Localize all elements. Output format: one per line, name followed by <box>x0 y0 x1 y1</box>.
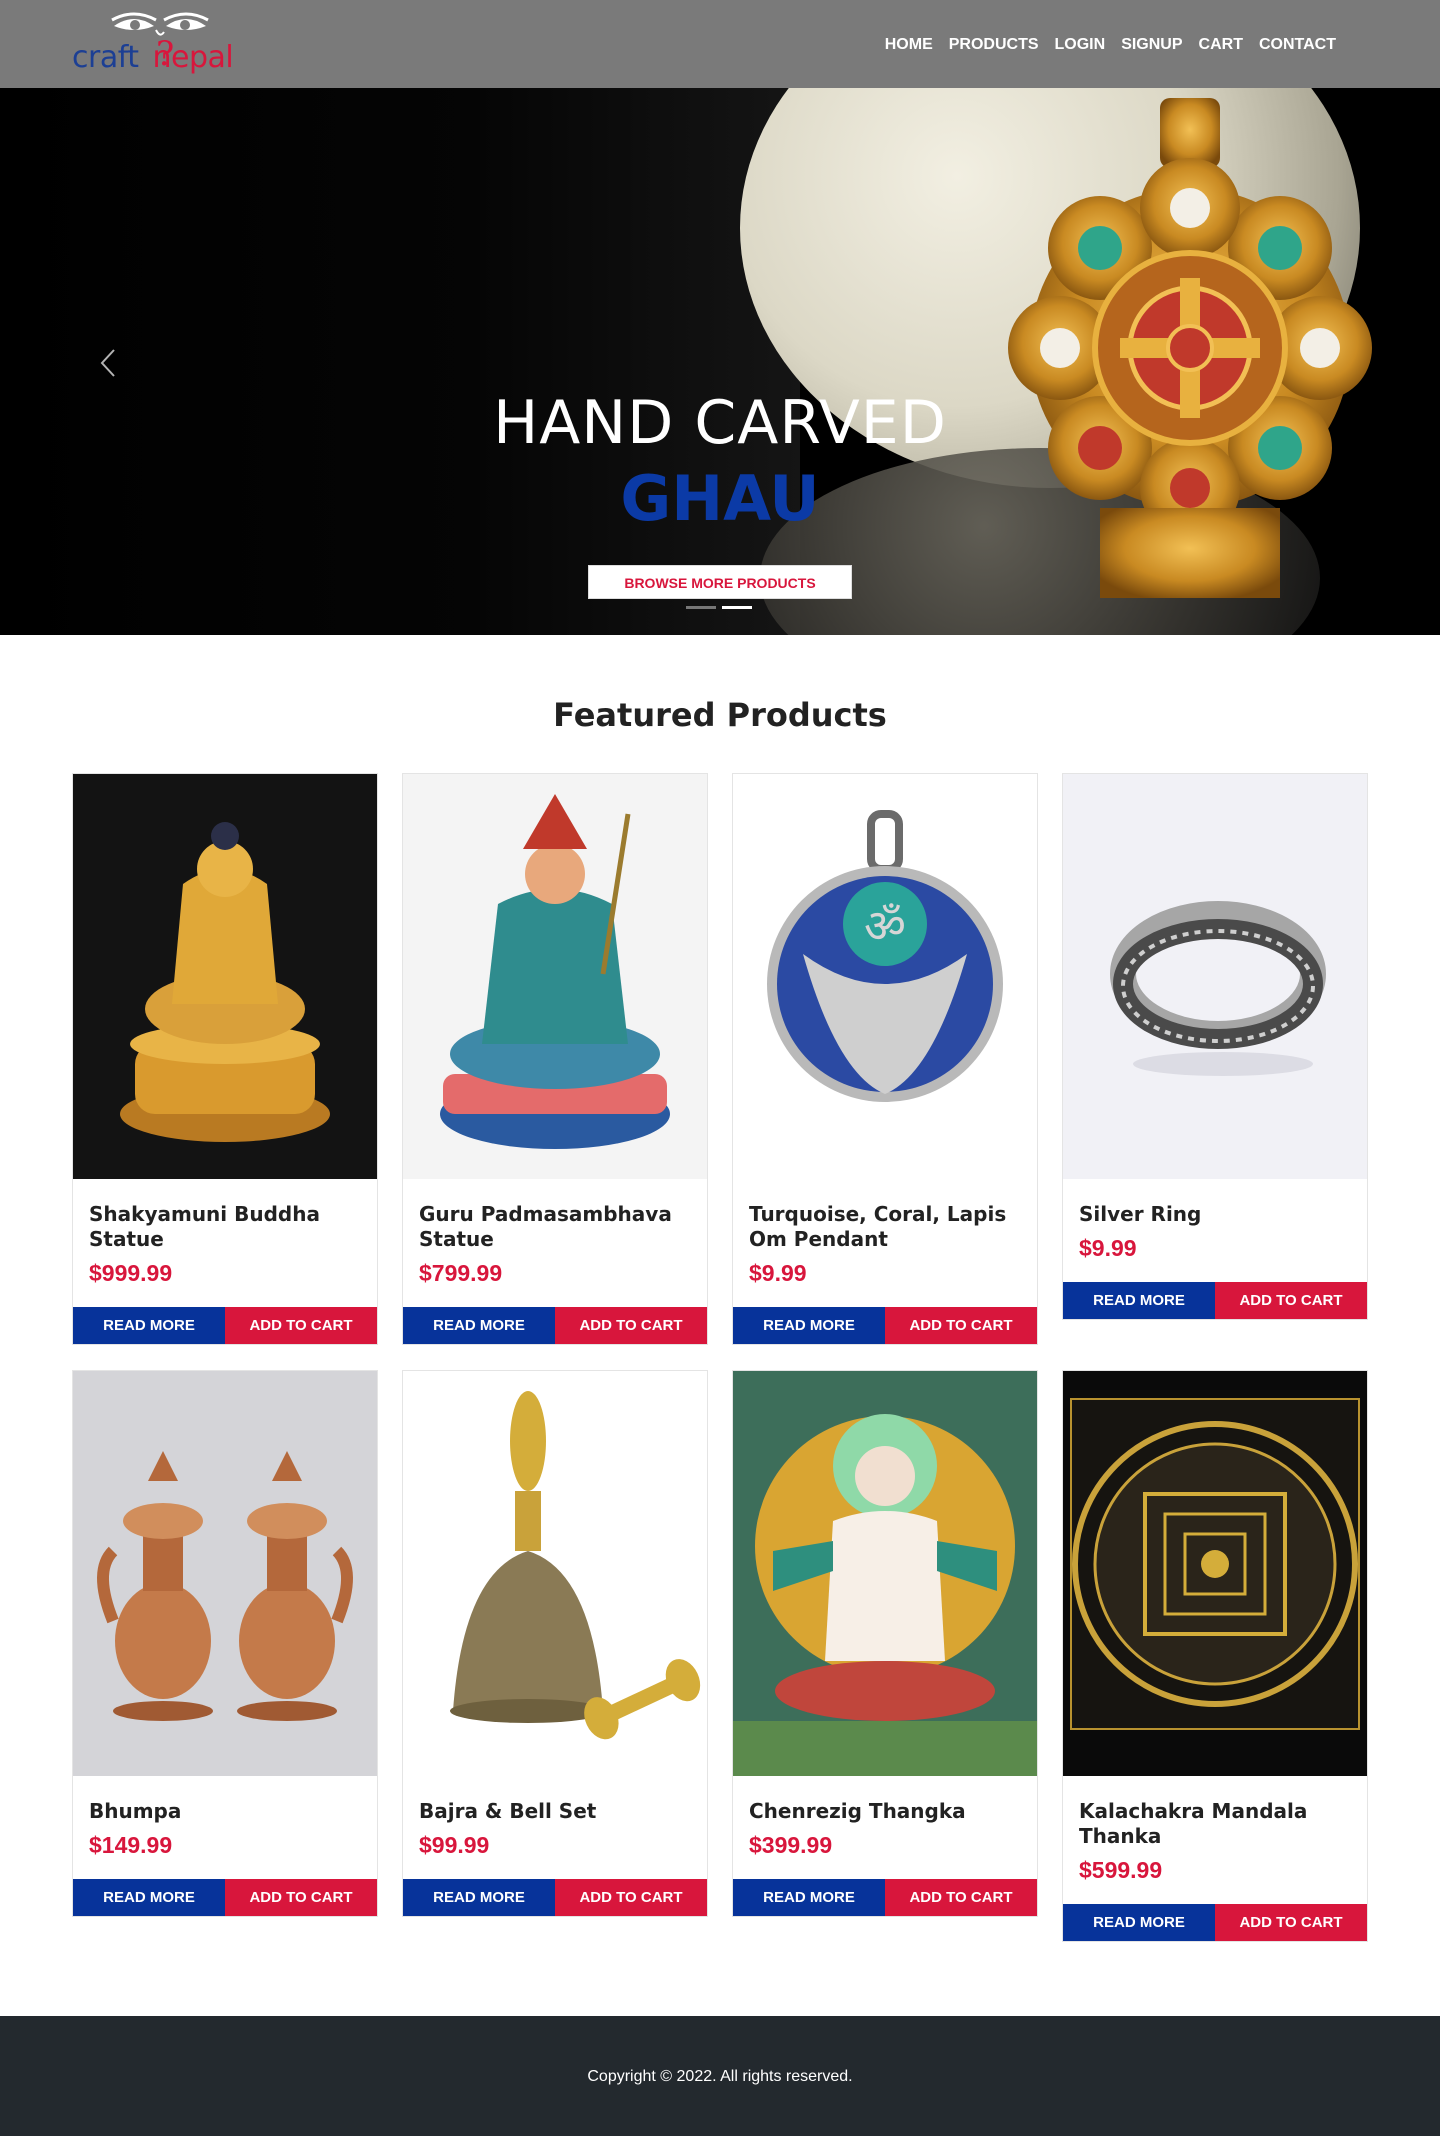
product-card: ॐ Turquoise, Coral, Lapis Om Pendant $9.… <box>732 773 1038 1345</box>
product-card: Bhumpa $149.99 READ MORE ADD TO CART <box>72 1370 378 1917</box>
logo-text: craft nepal <box>72 40 234 75</box>
nav-menu: HOME PRODUCTS LOGIN SIGNUP CART CONTACT <box>869 36 1336 54</box>
carousel-indicator-1[interactable] <box>686 606 716 609</box>
product-image-bhumpa[interactable] <box>73 1371 377 1776</box>
add-to-cart-button[interactable]: ADD TO CART <box>225 1879 377 1916</box>
product-price: $599.99 <box>1079 1857 1163 1883</box>
hero-carousel: HAND CARVED GHAU BROWSE MORE PRODUCTS <box>0 88 1440 635</box>
product-card: Kalachakra Mandala Thanka $599.99 READ M… <box>1062 1370 1368 1942</box>
product-price: $99.99 <box>419 1832 490 1858</box>
product-card: Guru Padmasambhava Statue $799.99 READ M… <box>402 773 708 1345</box>
product-image-chenrezig-thangka[interactable] <box>733 1371 1037 1776</box>
navbar: craft nepal ? HOME PRODUCTS LOGIN SIGNUP … <box>0 0 1440 88</box>
add-to-cart-button[interactable]: ADD TO CART <box>1215 1904 1367 1941</box>
product-price: $399.99 <box>749 1832 833 1858</box>
craft-nepal-logo[interactable]: craft nepal ? <box>72 10 248 80</box>
add-to-cart-button[interactable]: ADD TO CART <box>555 1879 707 1916</box>
product-name[interactable]: Chenrezig Thangka <box>749 1799 1021 1824</box>
browse-products-button[interactable]: BROWSE MORE PRODUCTS <box>588 565 852 599</box>
add-to-cart-button[interactable]: ADD TO CART <box>885 1879 1037 1916</box>
product-card: Silver Ring $9.99 READ MORE ADD TO CART <box>1062 773 1368 1320</box>
copyright-text: Copyright © 2022. All rights reserved. <box>587 2068 853 2085</box>
add-to-cart-button[interactable]: ADD TO CART <box>225 1307 377 1344</box>
logo-hook-glyph: ? <box>156 34 175 74</box>
read-more-button[interactable]: READ MORE <box>733 1307 885 1344</box>
nav-login[interactable]: LOGIN <box>1055 36 1106 54</box>
add-to-cart-button[interactable]: ADD TO CART <box>885 1307 1037 1344</box>
product-card: Chenrezig Thangka $399.99 READ MORE ADD … <box>732 1370 1038 1917</box>
product-price: $9.99 <box>749 1260 807 1286</box>
product-image-kalachakra-mandala[interactable] <box>1063 1371 1367 1776</box>
product-image-buddha[interactable] <box>73 774 377 1179</box>
product-name[interactable]: Bhumpa <box>89 1799 361 1824</box>
carousel-prev-icon[interactable] <box>98 346 118 380</box>
read-more-button[interactable]: READ MORE <box>1063 1282 1215 1319</box>
nav-signup[interactable]: SIGNUP <box>1121 36 1182 54</box>
read-more-button[interactable]: READ MORE <box>73 1307 225 1344</box>
product-name[interactable]: Turquoise, Coral, Lapis Om Pendant <box>749 1202 1021 1252</box>
product-card: Bajra & Bell Set $99.99 READ MORE ADD TO… <box>402 1370 708 1917</box>
ghau-pendant-image <box>1008 98 1372 598</box>
carousel-indicator-2[interactable] <box>722 606 752 609</box>
featured-products-heading: Featured Products <box>553 696 887 734</box>
product-price: $999.99 <box>89 1260 173 1286</box>
hero-subtitle: GHAU <box>620 462 820 535</box>
product-image-padmasambhava[interactable] <box>403 774 707 1179</box>
product-image-om-pendant[interactable]: ॐ <box>733 774 1037 1179</box>
product-name[interactable]: Kalachakra Mandala Thanka <box>1079 1799 1351 1849</box>
product-name[interactable]: Guru Padmasambhava Statue <box>419 1202 691 1252</box>
product-name[interactable]: Bajra & Bell Set <box>419 1799 691 1824</box>
product-price: $9.99 <box>1079 1235 1137 1261</box>
product-price: $149.99 <box>89 1832 173 1858</box>
read-more-button[interactable]: READ MORE <box>73 1879 225 1916</box>
nav-cart[interactable]: CART <box>1199 36 1243 54</box>
add-to-cart-button[interactable]: ADD TO CART <box>1215 1282 1367 1319</box>
read-more-button[interactable]: READ MORE <box>403 1879 555 1916</box>
product-image-bajra-bell[interactable] <box>403 1371 707 1776</box>
product-name[interactable]: Silver Ring <box>1079 1202 1351 1227</box>
nav-contact[interactable]: CONTACT <box>1259 36 1336 54</box>
hero-title: HAND CARVED <box>493 388 947 458</box>
nav-products[interactable]: PRODUCTS <box>949 36 1039 54</box>
product-card: Shakyamuni Buddha Statue $999.99 READ MO… <box>72 773 378 1345</box>
nav-home[interactable]: HOME <box>885 36 933 54</box>
read-more-button[interactable]: READ MORE <box>1063 1904 1215 1941</box>
add-to-cart-button[interactable]: ADD TO CART <box>555 1307 707 1344</box>
read-more-button[interactable]: READ MORE <box>403 1307 555 1344</box>
product-name[interactable]: Shakyamuni Buddha Statue <box>89 1202 361 1252</box>
svg-text:ॐ: ॐ <box>864 899 906 953</box>
read-more-button[interactable]: READ MORE <box>733 1879 885 1916</box>
product-image-silver-ring[interactable] <box>1063 774 1367 1179</box>
footer: Copyright © 2022. All rights reserved. <box>0 2016 1440 2136</box>
product-price: $799.99 <box>419 1260 503 1286</box>
